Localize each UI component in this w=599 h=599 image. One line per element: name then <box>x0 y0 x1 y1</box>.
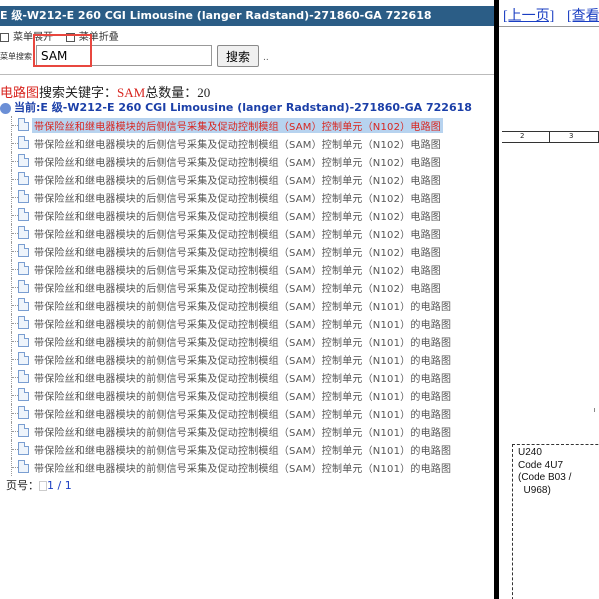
result-tree: 带保险丝和继电器模块的后侧信号采集及促动控制模组（SAM）控制单元（N102）电… <box>0 116 494 476</box>
tree-item-label[interactable]: 带保险丝和继电器模块的前侧信号采集及促动控制模组（SAM）控制单元（N101）的… <box>34 298 451 313</box>
page-label: 页号： <box>6 479 39 492</box>
tree-item-label[interactable]: 带保险丝和继电器模块的后侧信号采集及促动控制模组（SAM）控制单元（N102）电… <box>34 262 441 277</box>
tree-item[interactable]: 带保险丝和继电器模块的前侧信号采集及促动控制模组（SAM）控制单元（N101）的… <box>0 296 494 314</box>
diagram-viewer: [上一页] [查看 2 3 <box>499 0 599 599</box>
view-link[interactable]: [查看 <box>567 5 599 25</box>
result-keyword: SAM <box>117 85 146 100</box>
tree-item-label[interactable]: 带保险丝和继电器模块的前侧信号采集及促动控制模组（SAM）控制单元（N101）的… <box>34 316 451 331</box>
tree-item[interactable]: 带保险丝和继电器模块的后侧信号采集及促动控制模组（SAM）控制单元（N102）电… <box>0 116 494 134</box>
viewer-top-rule <box>499 26 599 27</box>
component-code: Code 4U7 <box>518 459 564 471</box>
current-vehicle-row[interactable]: 当前:E 级-W212-E 260 CGI Limousine (langer … <box>0 99 472 115</box>
total-label: 总数量： <box>145 85 198 100</box>
tree-item[interactable]: 带保险丝和继电器模块的后侧信号采集及促动控制模组（SAM）控制单元（N102）电… <box>0 242 494 260</box>
search-label: 菜单搜索 <box>0 52 32 61</box>
globe-icon <box>0 102 11 114</box>
column-label: 2 <box>520 132 525 140</box>
document-icon <box>18 406 29 419</box>
search-trailing-dots: .. <box>263 53 269 63</box>
tree-item[interactable]: 带保险丝和继电器模块的前侧信号采集及促动控制模组（SAM）控制单元（N101）的… <box>0 440 494 458</box>
tree-item-label[interactable]: 带保险丝和继电器模块的后侧信号采集及促动控制模组（SAM）控制单元（N102）电… <box>32 118 443 133</box>
document-icon <box>18 172 29 185</box>
tree-item-label[interactable]: 带保险丝和继电器模块的前侧信号采集及促动控制模组（SAM）控制单元（N101）的… <box>34 370 451 385</box>
vehicle-title-bar: E 级-W212-E 260 CGI Limousine (langer Rad… <box>0 6 494 26</box>
column-divider <box>549 132 550 142</box>
document-icon <box>18 352 29 365</box>
tree-item-label[interactable]: 带保险丝和继电器模块的后侧信号采集及促动控制模组（SAM）控制单元（N102）电… <box>34 154 441 169</box>
tree-item[interactable]: 带保险丝和继电器模块的后侧信号采集及促动控制模组（SAM）控制单元（N102）电… <box>0 152 494 170</box>
vehicle-title: E 级-W212-E 260 CGI Limousine (langer Rad… <box>0 9 432 22</box>
tree-item-label[interactable]: 带保险丝和继电器模块的后侧信号采集及促动控制模组（SAM）控制单元（N102）电… <box>34 208 441 223</box>
tree-item-label[interactable]: 带保险丝和继电器模块的前侧信号采集及促动控制模组（SAM）控制单元（N101）的… <box>34 442 451 457</box>
tree-item[interactable]: 带保险丝和继电器模块的后侧信号采集及促动控制模组（SAM）控制单元（N102）电… <box>0 170 494 188</box>
keyword-label: 搜索关键字： <box>39 85 118 100</box>
tree-item[interactable]: 带保险丝和继电器模块的后侧信号采集及促动控制模组（SAM）控制单元（N102）电… <box>0 260 494 278</box>
tree-item[interactable]: 带保险丝和继电器模块的前侧信号采集及促动控制模组（SAM）控制单元（N101）的… <box>0 368 494 386</box>
document-icon <box>18 298 29 311</box>
tree-item[interactable]: 带保险丝和继电器模块的后侧信号采集及促动控制模组（SAM）控制单元（N102）电… <box>0 206 494 224</box>
document-icon <box>18 208 29 221</box>
page-marker-icon <box>39 481 47 491</box>
tree-item[interactable]: 带保险丝和继电器模块的后侧信号采集及促动控制模组（SAM）控制单元（N102）电… <box>0 134 494 152</box>
document-icon <box>18 442 29 455</box>
tree-item-label[interactable]: 带保险丝和继电器模块的前侧信号采集及促动控制模组（SAM）控制单元（N101）的… <box>34 424 451 439</box>
tree-item-label[interactable]: 带保险丝和继电器模块的前侧信号采集及促动控制模组（SAM）控制单元（N101）的… <box>34 388 451 403</box>
component-code: U240 <box>518 447 542 458</box>
tree-item[interactable]: 带保险丝和继电器模块的前侧信号采集及促动控制模组（SAM）控制单元（N101）的… <box>0 332 494 350</box>
document-icon <box>18 388 29 401</box>
diagram-column-header: 2 3 <box>502 131 599 143</box>
result-category[interactable]: 电路图 <box>0 85 39 100</box>
search-button[interactable]: 搜索 <box>217 45 259 67</box>
tree-item-label[interactable]: 带保险丝和继电器模块的前侧信号采集及促动控制模组（SAM）控制单元（N101）的… <box>34 352 451 367</box>
tree-item[interactable]: 带保险丝和继电器模块的前侧信号采集及促动控制模组（SAM）控制单元（N101）的… <box>0 458 494 476</box>
component-code: U968) <box>518 484 551 496</box>
document-icon <box>18 460 29 473</box>
tree-item-label[interactable]: 带保险丝和继电器模块的后侧信号采集及促动控制模组（SAM）控制单元（N102）电… <box>34 190 441 205</box>
document-icon <box>18 424 29 437</box>
divider-line <box>0 74 494 75</box>
prev-page-link[interactable]: [上一页] <box>503 5 554 25</box>
document-icon <box>18 370 29 383</box>
tree-item[interactable]: 带保险丝和继电器模块的前侧信号采集及促动控制模组（SAM）控制单元（N101）的… <box>0 314 494 332</box>
tree-item[interactable]: 带保险丝和继电器模块的前侧信号采集及促动控制模组（SAM）控制单元（N101）的… <box>0 386 494 404</box>
diagram-tick <box>594 408 595 412</box>
tree-item-label[interactable]: 带保险丝和继电器模块的后侧信号采集及促动控制模组（SAM）控制单元（N102）电… <box>34 136 441 151</box>
current-vehicle: E 级-W212-E 260 CGI Limousine (langer Rad… <box>40 101 472 114</box>
component-code: (Code B03 / <box>518 472 572 483</box>
tree-item-label[interactable]: 带保险丝和继电器模块的后侧信号采集及促动控制模组（SAM）控制单元（N102）电… <box>34 244 441 259</box>
search-highlight-box <box>33 34 92 67</box>
tree-item[interactable]: 带保险丝和继电器模块的后侧信号采集及促动控制模组（SAM）控制单元（N102）电… <box>0 278 494 296</box>
document-icon <box>18 316 29 329</box>
tree-item[interactable]: 带保险丝和继电器模块的前侧信号采集及促动控制模组（SAM）控制单元（N101）的… <box>0 404 494 422</box>
document-icon <box>18 244 29 257</box>
tree-item-label[interactable]: 带保险丝和继电器模块的前侧信号采集及促动控制模组（SAM）控制单元（N101）的… <box>34 334 451 349</box>
document-icon <box>18 136 29 149</box>
document-icon <box>18 226 29 239</box>
document-icon <box>18 154 29 167</box>
tree-item[interactable]: 带保险丝和继电器模块的后侧信号采集及促动控制模组（SAM）控制单元（N102）电… <box>0 224 494 242</box>
result-total: 20 <box>197 85 211 100</box>
tree-item-label[interactable]: 带保险丝和继电器模块的前侧信号采集及促动控制模组（SAM）控制单元（N101）的… <box>34 460 451 475</box>
tree-item[interactable]: 带保险丝和继电器模块的前侧信号采集及促动控制模组（SAM）控制单元（N101）的… <box>0 350 494 368</box>
tree-item-label[interactable]: 带保险丝和继电器模块的前侧信号采集及促动控制模组（SAM）控制单元（N101）的… <box>34 406 451 421</box>
column-label: 3 <box>569 132 574 140</box>
document-icon <box>18 334 29 347</box>
tree-item[interactable]: 带保险丝和继电器模块的前侧信号采集及促动控制模组（SAM）控制单元（N101）的… <box>0 422 494 440</box>
document-icon <box>18 118 29 131</box>
tree-item-label[interactable]: 带保险丝和继电器模块的后侧信号采集及促动控制模组（SAM）控制单元（N102）电… <box>34 226 441 241</box>
tree-item-label[interactable]: 带保险丝和继电器模块的后侧信号采集及促动控制模组（SAM）控制单元（N102）电… <box>34 280 441 295</box>
expand-checkbox-icon[interactable] <box>0 32 9 42</box>
document-icon <box>18 262 29 275</box>
diagram-component-label: U240 Code 4U7 (Code B03 / U968) <box>518 447 571 497</box>
pagination: 页号： 1 / 1 <box>6 477 72 493</box>
tree-item[interactable]: 带保险丝和继电器模块的后侧信号采集及促动控制模组（SAM）控制单元（N102）电… <box>0 188 494 206</box>
document-icon <box>18 280 29 293</box>
current-label: 当前: <box>14 101 41 114</box>
menu-panel: E 级-W212-E 260 CGI Limousine (langer Rad… <box>0 0 494 599</box>
document-icon <box>18 190 29 203</box>
page-number[interactable]: 1 / 1 <box>47 479 72 492</box>
tree-item-label[interactable]: 带保险丝和继电器模块的后侧信号采集及促动控制模组（SAM）控制单元（N102）电… <box>34 172 441 187</box>
